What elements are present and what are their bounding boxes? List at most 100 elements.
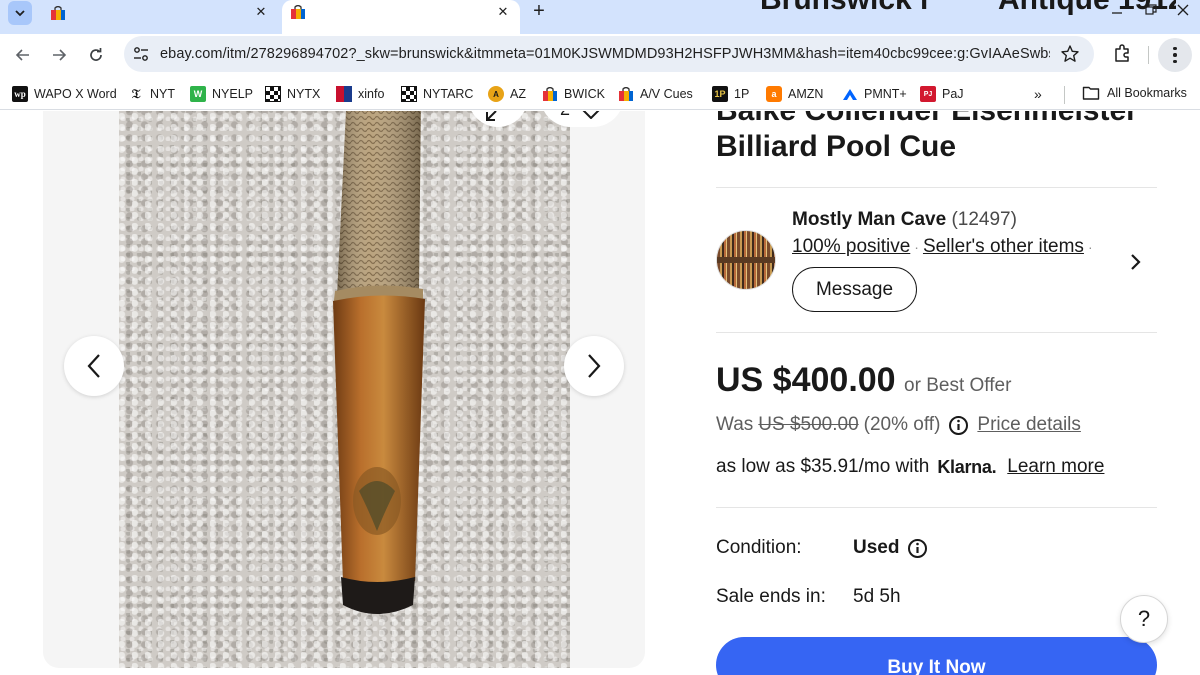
tab-brunswick-cues[interactable]: Brunswick in Cues for sale | eBay ✕ [44, 0, 928, 25]
reload-button[interactable] [83, 42, 109, 68]
ebay-bag-icon [50, 5, 66, 20]
product-photo[interactable] [119, 111, 570, 668]
bookmark-xinfo[interactable]: xinfo [336, 85, 384, 103]
bookmark-wapo[interactable]: wp WAPO X Word [12, 85, 117, 103]
toolbar-divider [1148, 46, 1149, 64]
item-price: US $400.00 [716, 361, 896, 399]
bookmark-nyelp[interactable]: W NYELP [190, 85, 253, 103]
arrow-right-icon [53, 49, 67, 61]
bookmark-label: AMZN [788, 87, 824, 101]
bookmark-label: NYTX [287, 87, 321, 101]
extensions-icon[interactable] [1112, 43, 1132, 63]
bookmark-label: NYT [150, 87, 175, 101]
chevron-right-icon [588, 354, 601, 378]
item-title: Balke Collender Eisenmeister Billiard Po… [716, 111, 1138, 163]
chevron-down-icon [15, 10, 25, 17]
bookmark-label: PaJ [942, 87, 964, 101]
condition-label: Condition: [716, 537, 802, 558]
bookmark-az[interactable]: A AZ [488, 85, 526, 103]
all-bookmarks-label: All Bookmarks [1107, 86, 1187, 100]
discount-percent: (20% off) [863, 414, 941, 435]
close-icon[interactable]: ✕ [252, 3, 270, 21]
seller-other-items-link[interactable]: Seller's other items [923, 236, 1084, 257]
message-seller-button[interactable]: Message [792, 267, 917, 312]
bookmark-label: WAPO X Word [34, 87, 117, 101]
price-row: US $400.00 or Best Offer [716, 361, 1011, 400]
was-price-row: Was US $500.00 (20% off) Price details [716, 414, 1081, 436]
crossword-icon [265, 86, 281, 102]
sale-ends-value: 5d 5h [853, 586, 901, 607]
previous-image-button[interactable] [64, 336, 124, 396]
new-tab-button[interactable]: + [528, 0, 550, 22]
seller-feedback-count: (12497) [951, 209, 1017, 230]
back-button[interactable] [10, 42, 36, 68]
bookmarks-divider [1064, 86, 1065, 104]
seller-links: 100% positive · Seller's other items · [792, 236, 1097, 258]
browser-toolbar: ebay.com/itm/278296894702?_skw=brunswick… [0, 34, 1200, 76]
nyelp-icon: W [190, 86, 206, 102]
paramount-icon [842, 86, 858, 102]
info-icon[interactable] [948, 415, 969, 436]
folder-icon [1082, 86, 1100, 100]
menu-kebab-icon[interactable] [1158, 38, 1192, 72]
restore-icon[interactable] [1138, 0, 1164, 20]
bookmark-bwick[interactable]: BWICK [542, 85, 605, 103]
buy-it-now-button[interactable]: Buy It Now [716, 637, 1157, 675]
minimize-icon[interactable] [1104, 0, 1130, 20]
forward-button[interactable] [46, 42, 72, 68]
klarna-row: as low as $35.91/mo with Klarna. Learn m… [716, 456, 1104, 478]
price-details-link[interactable]: Price details [977, 414, 1081, 436]
site-info-icon[interactable] [132, 45, 150, 63]
seller-info: Mostly Man Cave (12497) [792, 209, 1017, 231]
az-icon: A [488, 86, 504, 102]
tab-search-button[interactable] [8, 1, 32, 25]
learn-more-link[interactable]: Learn more [1007, 456, 1104, 478]
crossword-icon [401, 86, 417, 102]
bookmarks-overflow-button[interactable]: » [1034, 86, 1042, 102]
bookmarks-bar: wp WAPO X Word 𝔗 NYT W NYELP NYTX xinfo … [0, 76, 1200, 110]
tab-strip: Brunswick in Cues for sale | eBay ✕ Anti… [0, 0, 1200, 34]
bookmark-nytx[interactable]: NYTX [265, 85, 320, 103]
divider [716, 187, 1157, 188]
klarna-text: as low as $35.91/mo with [716, 456, 930, 477]
best-offer-label: or Best Offer [904, 375, 1012, 396]
bookmark-pmnt[interactable]: PMNT+ [842, 85, 907, 103]
condition-value-row: Used [853, 537, 936, 559]
tab-antique-cue[interactable]: Antique 1912-1923 Brunswick Balke Collen… [282, 0, 1176, 34]
avatar[interactable] [716, 230, 776, 290]
xinfo-icon [336, 86, 352, 102]
all-bookmarks-button[interactable]: All Bookmarks [1082, 85, 1187, 101]
info-icon[interactable] [907, 538, 928, 559]
bookmark-1p[interactable]: 1P 1P [712, 85, 749, 103]
bookmark-amzn[interactable]: a AMZN [766, 85, 823, 103]
nyt-icon: 𝔗 [131, 86, 141, 101]
seller-name-link[interactable]: Mostly Man Cave [792, 209, 946, 230]
arrow-left-icon [15, 49, 29, 61]
was-label: Was [716, 414, 754, 435]
url-text[interactable]: ebay.com/itm/278296894702?_skw=brunswick… [160, 46, 1050, 62]
chevron-left-icon [87, 354, 100, 378]
klarna-logo: Klarna. [937, 456, 997, 477]
help-button[interactable]: ? [1120, 595, 1168, 643]
pool-cue-image [333, 111, 425, 614]
address-bar[interactable]: ebay.com/itm/278296894702?_skw=brunswick… [124, 36, 1094, 72]
ebay-bag-icon [542, 86, 558, 102]
ebay-bag-icon [290, 4, 306, 19]
bookmark-av-cues[interactable]: A/V Cues [618, 85, 693, 103]
close-window-icon[interactable] [1170, 0, 1196, 20]
expand-icon [486, 111, 497, 121]
close-icon[interactable]: ✕ [494, 3, 512, 21]
bookmark-label: AZ [510, 87, 526, 101]
bookmark-nyt[interactable]: 𝔗 NYT [128, 85, 175, 103]
next-image-button[interactable] [564, 336, 624, 396]
bookmark-star-icon[interactable] [1060, 44, 1080, 64]
papa-johns-icon: PJ [920, 86, 936, 102]
seller-feedback-link[interactable]: 100% positive [792, 236, 910, 257]
bookmark-paj[interactable]: PJ PaJ [920, 85, 964, 103]
bookmark-label: A/V Cues [640, 87, 693, 101]
wapo-icon: wp [12, 86, 28, 102]
amazon-icon: a [766, 86, 782, 102]
chevron-right-icon[interactable] [1126, 250, 1146, 274]
bookmark-nytarc[interactable]: NYTARC [401, 85, 473, 103]
page-content: 2 Balke Collender Eisenmeister Billiard … [0, 111, 1200, 675]
